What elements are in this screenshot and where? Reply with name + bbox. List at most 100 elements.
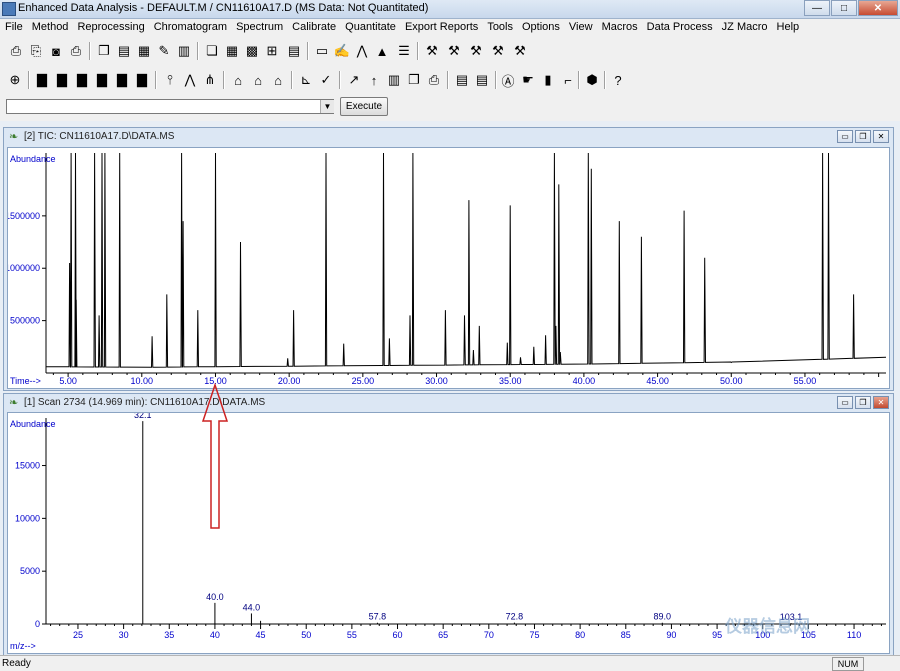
chrom-6-icon[interactable]: ▇ — [132, 70, 152, 90]
help-icon[interactable]: ? — [608, 70, 628, 90]
stop-icon[interactable]: ⬢ — [582, 70, 602, 90]
ab-icon[interactable]: Ⓐ — [498, 70, 518, 90]
menu-jz-macro[interactable]: JZ Macro — [717, 19, 772, 37]
x-tick-label: 35.00 — [499, 376, 522, 386]
snapshot-icon[interactable]: ◙ — [46, 41, 66, 61]
chrom-3-icon[interactable]: ▇ — [72, 70, 92, 90]
menu-tools[interactable]: Tools — [482, 19, 517, 37]
menu-method[interactable]: Method — [27, 19, 73, 37]
corner-icon[interactable]: ⌐ — [558, 70, 578, 90]
close-button[interactable]: ✕ — [858, 0, 898, 16]
hammer-3-icon[interactable]: ⚒ — [466, 41, 486, 61]
hammer-1-icon[interactable]: ⚒ — [422, 41, 442, 61]
print-preview-icon[interactable]: ⎙ — [424, 70, 444, 90]
execute-button[interactable]: Execute — [340, 97, 388, 116]
close-button[interactable]: ✕ — [873, 396, 889, 409]
load-data-icon[interactable]: ⎙ — [6, 41, 26, 61]
peak-find-icon[interactable]: ⫯ — [160, 70, 180, 90]
separator — [578, 71, 580, 89]
peak-split-icon[interactable]: ⋀ — [180, 70, 200, 90]
peak-mark-icon[interactable]: ⋔ — [200, 70, 220, 90]
bank-icon[interactable]: ⌂ — [248, 70, 268, 90]
x-tick-label: 45 — [256, 630, 266, 640]
document-icon[interactable]: ▤ — [284, 41, 304, 61]
minimize-button[interactable]: ▭ — [837, 396, 853, 409]
hand-icon[interactable]: ☛ — [518, 70, 538, 90]
menu-help[interactable]: Help — [772, 19, 804, 37]
menu-data-process[interactable]: Data Process — [642, 19, 717, 37]
x-tick-label: 55.00 — [794, 376, 817, 386]
color-grid-icon[interactable]: ▩ — [242, 41, 262, 61]
menu-file[interactable]: File — [0, 19, 27, 37]
report-icon[interactable]: ▤ — [114, 41, 134, 61]
integrate-icon[interactable]: ▦ — [134, 41, 154, 61]
separator — [307, 42, 309, 60]
menu-quantitate[interactable]: Quantitate — [340, 19, 400, 37]
tic-chart[interactable]: Abundance Time--> 500000 1000000 1500000 5.00… — [5, 148, 889, 388]
network-icon[interactable]: ⊞ — [262, 41, 282, 61]
bar-chart-icon[interactable]: ▥ — [174, 41, 194, 61]
check-axis-icon[interactable]: ✓ — [316, 70, 336, 90]
x-tick-label: 30 — [119, 630, 129, 640]
x-tick-label: 50 — [301, 630, 311, 640]
chart-up-icon[interactable]: ↗ — [344, 70, 364, 90]
app-icon — [2, 2, 16, 16]
menu-spectrum[interactable]: Spectrum — [231, 19, 287, 37]
separator — [604, 71, 606, 89]
restore-button[interactable]: ❐ — [855, 396, 871, 409]
edit-window-icon[interactable]: ✍ — [332, 41, 352, 61]
tic-window[interactable]: ❧ [2] TIC: CN11610A17.D\DATA.MS ▭ ❐ ✕ Ab… — [3, 127, 894, 391]
tic-trace — [45, 152, 887, 368]
menu-calibrate[interactable]: Calibrate — [287, 19, 340, 37]
home-icon[interactable]: ⌂ — [268, 70, 288, 90]
chrom-2-icon[interactable]: ▇ — [52, 70, 72, 90]
y-axis-label: Abundance — [10, 154, 56, 164]
menu-chromatogram[interactable]: Chromatogram — [149, 19, 231, 37]
tic-window-header: ❧ [2] TIC: CN11610A17.D\DATA.MS ▭ ❐ ✕ — [4, 128, 893, 146]
chevron-down-icon[interactable]: ▼ — [320, 100, 334, 113]
maximize-button[interactable]: □ — [831, 0, 857, 16]
window-icon[interactable]: ▭ — [312, 41, 332, 61]
axis-icon[interactable]: ⊾ — [296, 70, 316, 90]
copy-doc-icon[interactable]: ❐ — [404, 70, 424, 90]
x-tick-label: 70 — [484, 630, 494, 640]
x-tick-label: 55 — [347, 630, 357, 640]
arrow-up-icon[interactable]: ↑ — [364, 70, 384, 90]
peak-icon[interactable]: ⋀ — [352, 41, 372, 61]
close-button[interactable]: ✕ — [873, 130, 889, 143]
copy-icon[interactable]: ❐ — [94, 41, 114, 61]
chrom-1-icon[interactable]: ▇ — [32, 70, 52, 90]
x-tick-label: 25 — [73, 630, 83, 640]
y-tick-label: 15000 — [15, 461, 40, 471]
menu-options[interactable]: Options — [517, 19, 564, 37]
grid-icon[interactable]: ▦ — [222, 41, 242, 61]
print-icon[interactable]: ⎙ — [66, 41, 86, 61]
minimize-button[interactable]: — — [804, 0, 830, 16]
chrom-5-icon[interactable]: ▇ — [112, 70, 132, 90]
hammer-2-icon[interactable]: ⚒ — [444, 41, 464, 61]
tic-plot-area[interactable]: Abundance Time--> 500000 1000000 1500000 5.00… — [5, 147, 890, 389]
device-icon[interactable]: ▮ — [538, 70, 558, 90]
separator — [339, 71, 341, 89]
list-doc-icon[interactable]: ▤ — [452, 70, 472, 90]
menu-reprocessing[interactable]: Reprocessing — [72, 19, 148, 37]
restore-button[interactable]: ❐ — [855, 130, 871, 143]
list-doc-2-icon[interactable]: ▤ — [472, 70, 492, 90]
bars-icon[interactable]: ▥ — [384, 70, 404, 90]
menu-view[interactable]: View — [564, 19, 597, 37]
chrom-4-icon[interactable]: ▇ — [92, 70, 112, 90]
menu-export-reports[interactable]: Export Reports — [400, 19, 482, 37]
menu-macros[interactable]: Macros — [597, 19, 642, 37]
load-method-icon[interactable]: ⎘ — [26, 41, 46, 61]
pages-icon[interactable]: ❏ — [202, 41, 222, 61]
spectrum-tool-icon[interactable]: ▲ — [372, 41, 392, 61]
library-icon[interactable]: ⌂ — [228, 70, 248, 90]
globe-icon[interactable]: ⊕ — [5, 70, 25, 90]
peak-label: 32.1 — [134, 413, 152, 420]
edit-icon[interactable]: ✎ — [154, 41, 174, 61]
table-icon[interactable]: ☰ — [394, 41, 414, 61]
minimize-button[interactable]: ▭ — [837, 130, 853, 143]
hammer-5-icon[interactable]: ⚒ — [510, 41, 530, 61]
command-input[interactable] — [6, 99, 334, 114]
hammer-4-icon[interactable]: ⚒ — [488, 41, 508, 61]
